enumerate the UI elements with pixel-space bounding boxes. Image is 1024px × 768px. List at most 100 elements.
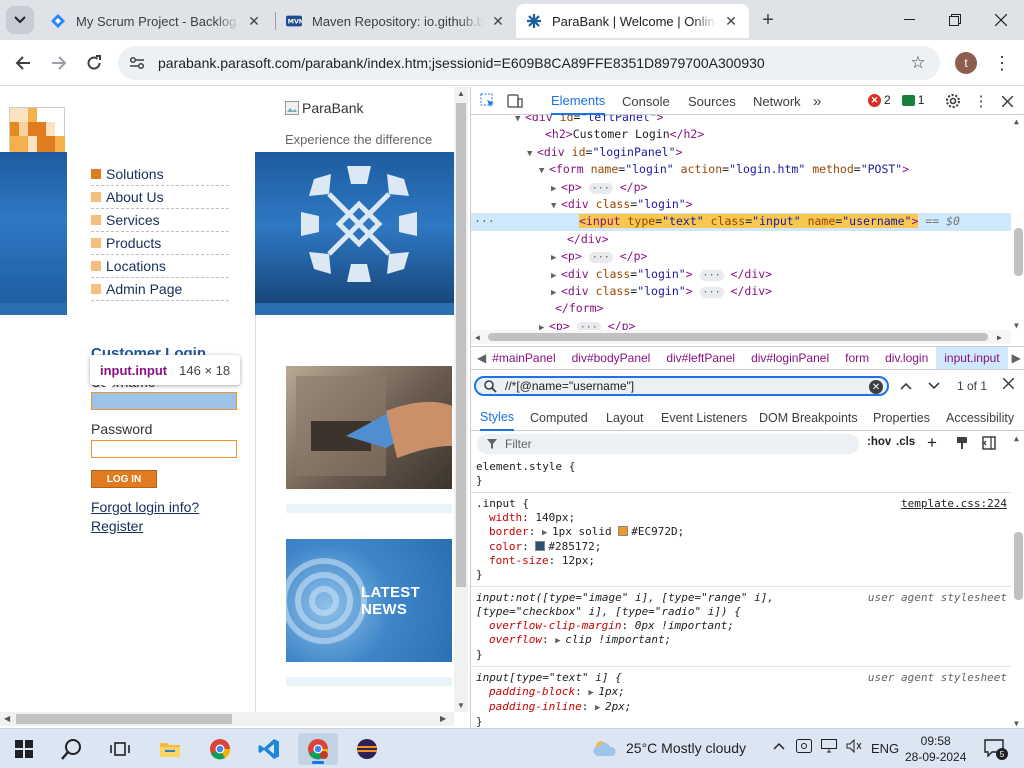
- scroll-down-icon[interactable]: ▼: [1014, 321, 1019, 330]
- start-button[interactable]: [4, 733, 44, 765]
- profile-avatar[interactable]: t: [955, 52, 977, 74]
- breadcrumb-item-active[interactable]: input.input: [936, 347, 1008, 369]
- dom-tree[interactable]: ▼ <div id="leftPanel"> <h2>Customer Login<…: [471, 115, 1011, 330]
- scroll-up-icon[interactable]: ▲: [1014, 434, 1019, 443]
- vscode-taskbar-button[interactable]: [249, 733, 289, 765]
- login-button[interactable]: LOG IN: [91, 470, 157, 488]
- file-explorer-button[interactable]: [150, 733, 190, 765]
- close-devtools-icon[interactable]: [997, 91, 1017, 111]
- chrome-active-taskbar-button[interactable]: [298, 733, 338, 765]
- breadcrumb-item[interactable]: form: [837, 351, 877, 365]
- bookmark-star-icon[interactable]: ☆: [908, 53, 928, 73]
- expand-triangle-icon[interactable]: ▶: [539, 320, 549, 330]
- dom-node[interactable]: </form>: [471, 300, 1011, 317]
- styles-pane[interactable]: element.style { } .input { template.css:…: [471, 456, 1011, 728]
- dom-search-input[interactable]: //*[@name="username"] ✕: [474, 376, 889, 396]
- styles-filter-input[interactable]: Filter: [477, 434, 859, 454]
- breadcrumb-item[interactable]: #mainPanel: [492, 351, 563, 365]
- nav-item-about-us[interactable]: About Us: [91, 186, 229, 209]
- more-tabs-button[interactable]: »: [813, 87, 821, 115]
- breadcrumb-item[interactable]: div#bodyPanel: [564, 351, 659, 365]
- styles-scrollbar[interactable]: ▲ ▼: [1011, 432, 1024, 728]
- cls-toggle[interactable]: .cls: [896, 436, 915, 448]
- register-link[interactable]: Register: [91, 518, 143, 534]
- css-declaration[interactable]: color: #285172;: [476, 540, 1006, 554]
- scrollbar-thumb[interactable]: [1014, 532, 1023, 600]
- scrollbar-thumb[interactable]: [488, 333, 988, 341]
- tab-parabank[interactable]: ParaBank | Welcome | Online Banking ✕: [516, 4, 749, 38]
- css-declaration[interactable]: border: ▶ 1px solid #EC972D;: [476, 525, 1006, 540]
- page-horizontal-scrollbar[interactable]: ◀ ▶: [0, 712, 454, 726]
- dom-node[interactable]: ▼ <div id="leftPanel">: [471, 115, 1011, 126]
- brand-image[interactable]: ParaBank: [285, 100, 363, 116]
- close-search-icon[interactable]: [1002, 377, 1015, 392]
- scroll-down-icon[interactable]: ▼: [1014, 719, 1019, 728]
- tab-computed[interactable]: Computed: [530, 405, 588, 431]
- dom-node[interactable]: ▶ <p> ··· </p>: [471, 179, 1011, 196]
- close-icon[interactable]: ✕: [723, 13, 739, 29]
- tab-accessibility[interactable]: Accessibility: [946, 405, 1014, 431]
- dom-node[interactable]: ▶ <div class="login"> ··· </div>: [471, 283, 1011, 300]
- dom-node[interactable]: ▶ <div class="login"> ··· </div>: [471, 266, 1011, 283]
- breadcrumb-scroll-left-icon[interactable]: ◀: [471, 351, 492, 365]
- back-button[interactable]: [8, 48, 38, 78]
- user-agent-rule[interactable]: input:not([type="image" i], [type="range…: [471, 587, 1011, 667]
- notification-center-button[interactable]: 5: [983, 738, 1008, 760]
- tab-network[interactable]: Network: [753, 87, 801, 115]
- breadcrumb-item[interactable]: div#loginPanel: [743, 351, 837, 365]
- network-icon[interactable]: [821, 739, 837, 756]
- volume-muted-icon[interactable]: [846, 738, 862, 756]
- meet-now-icon[interactable]: [796, 739, 812, 756]
- settings-gear-icon[interactable]: [943, 91, 963, 111]
- breadcrumb-item[interactable]: div.login: [877, 351, 936, 365]
- tab-event-listeners[interactable]: Event Listeners: [661, 405, 747, 431]
- restore-button[interactable]: [932, 0, 978, 40]
- dom-node[interactable]: ▼ <div id="loginPanel">: [471, 144, 1011, 161]
- close-icon[interactable]: ✕: [246, 13, 262, 29]
- issues-badge[interactable]: ✕ 2 1: [868, 93, 924, 107]
- weather-widget[interactable]: 25°C Mostly cloudy: [592, 738, 746, 758]
- css-declaration[interactable]: overflow: ▶ clip !important;: [476, 633, 1006, 648]
- browser-menu-icon[interactable]: ⋮: [992, 50, 1012, 76]
- latest-news-banner[interactable]: LATEST NEWS: [286, 539, 452, 662]
- show-hidden-icons[interactable]: [773, 738, 785, 753]
- task-view-button[interactable]: [100, 733, 140, 765]
- new-tab-button[interactable]: +: [757, 9, 779, 31]
- tab-search-button[interactable]: [6, 6, 34, 34]
- clear-search-icon[interactable]: ✕: [869, 380, 883, 394]
- dom-node[interactable]: ▼ <div class="login">: [471, 196, 1011, 213]
- css-declaration[interactable]: width: 140px;: [476, 511, 1006, 525]
- scroll-right-icon[interactable]: ▶: [997, 333, 1002, 342]
- scroll-left-icon[interactable]: ◀: [4, 714, 10, 723]
- nav-item-solutions[interactable]: Solutions: [91, 163, 229, 186]
- address-bar[interactable]: parabank.parasoft.com/parabank/index.htm…: [118, 46, 940, 80]
- close-icon[interactable]: ✕: [490, 13, 506, 29]
- reload-button[interactable]: [79, 48, 109, 78]
- hov-toggle[interactable]: :hov: [867, 436, 891, 448]
- scroll-up-icon[interactable]: ▲: [1014, 117, 1019, 126]
- password-input[interactable]: [91, 440, 237, 458]
- parabank-logo[interactable]: [9, 107, 65, 152]
- dom-node[interactable]: ▶ <p> ··· </p>: [471, 318, 1011, 330]
- dom-node[interactable]: </div>: [471, 231, 1011, 248]
- inspect-element-icon[interactable]: [478, 91, 498, 111]
- device-toolbar-icon[interactable]: [505, 91, 525, 111]
- tab-styles[interactable]: Styles: [480, 405, 515, 431]
- nav-item-services[interactable]: Services: [91, 209, 229, 232]
- toggle-sidebar-icon[interactable]: [982, 436, 996, 453]
- devtools-menu-icon[interactable]: ⋮: [971, 91, 991, 111]
- site-info-icon[interactable]: [122, 48, 152, 78]
- tab-sources[interactable]: Sources: [688, 87, 736, 115]
- chrome-taskbar-button[interactable]: [200, 733, 240, 765]
- stylesheet-link[interactable]: template.css:224: [901, 497, 1007, 511]
- paint-brush-icon[interactable]: [955, 436, 969, 453]
- close-window-button[interactable]: [978, 0, 1024, 40]
- user-agent-rule[interactable]: input[type="text" i] { user agent styles…: [471, 667, 1011, 728]
- tab-elements[interactable]: Elements: [551, 87, 606, 115]
- css-declaration[interactable]: font-size: 12px;: [476, 554, 1006, 568]
- search-prev-icon[interactable]: [900, 379, 912, 393]
- scroll-up-icon[interactable]: ▲: [457, 89, 465, 98]
- tab-console[interactable]: Console: [622, 87, 670, 115]
- dom-tree-scrollbar[interactable]: ▲ ▼: [1011, 115, 1024, 330]
- scroll-right-icon[interactable]: ▶: [440, 714, 446, 723]
